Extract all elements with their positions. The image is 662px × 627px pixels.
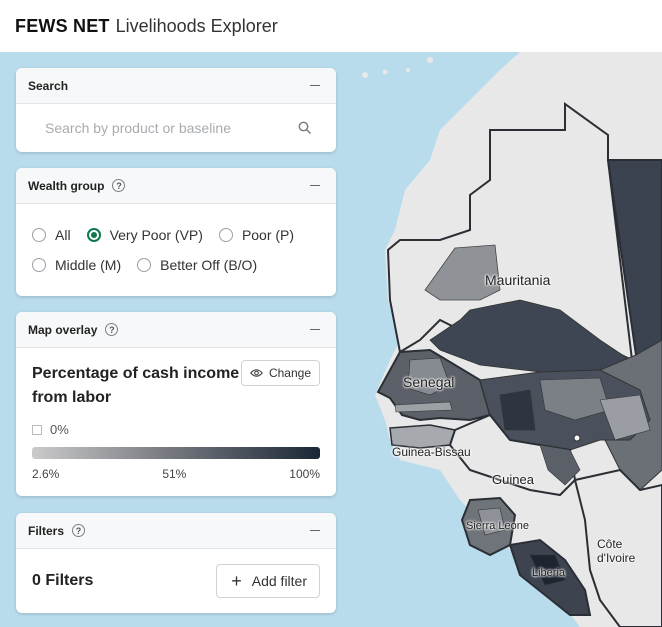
radio-circle[interactable] bbox=[218, 228, 233, 242]
question-circle-icon[interactable]: ? bbox=[105, 323, 119, 336]
search-input[interactable] bbox=[43, 119, 277, 137]
legend-max: 100% bbox=[289, 467, 320, 481]
map-label-cote-divoire: Côte d'Ivoire bbox=[597, 537, 636, 565]
map-overlay-panel: Map overlay ? Percentage of cash income … bbox=[16, 312, 336, 496]
legend-labels: 2.6% 51% 100% bbox=[32, 467, 320, 481]
radio-label: Middle (M) bbox=[55, 257, 122, 273]
map-overlay-title-wrap: Map overlay ? bbox=[28, 322, 119, 337]
filters-panel: Filters ? 0 Filters + Add filter bbox=[16, 513, 336, 613]
filters-title: Filters bbox=[28, 523, 65, 538]
search-row bbox=[16, 104, 336, 152]
map-label-guinea: Guinea bbox=[492, 472, 534, 487]
add-filter-label: Add filter bbox=[251, 573, 307, 589]
minus-icon[interactable] bbox=[310, 84, 320, 87]
eye-icon bbox=[250, 369, 263, 377]
map-label-senegal: Senegal bbox=[403, 374, 455, 390]
zero-value-row: 0% bbox=[32, 422, 320, 437]
question-circle-icon[interactable]: ? bbox=[72, 524, 86, 537]
search-panel-title: Search bbox=[28, 78, 69, 93]
wealth-group-header[interactable]: Wealth group ? bbox=[16, 168, 336, 204]
radio-label: Very Poor (VP) bbox=[109, 227, 203, 243]
plus-icon: + bbox=[231, 571, 242, 591]
search-panel-header[interactable]: Search bbox=[16, 68, 336, 104]
radio-circle[interactable] bbox=[137, 258, 152, 272]
radio-very-poor[interactable]: Very Poor (VP) bbox=[86, 227, 203, 243]
radio-label: All bbox=[55, 227, 71, 243]
minus-icon[interactable] bbox=[310, 184, 320, 187]
zero-value-label: 0% bbox=[50, 422, 69, 437]
map-overlay-body: Percentage of cash income from labor Cha… bbox=[16, 348, 336, 481]
wealth-group-options: All Very Poor (VP) Poor (P) Middle (M) B… bbox=[16, 204, 336, 280]
brand-subtitle: Livelihoods Explorer bbox=[115, 15, 278, 36]
map-label-guinea-bissau: Guinea-Bissau bbox=[392, 445, 471, 459]
filters-body: 0 Filters + Add filter bbox=[16, 549, 336, 613]
magnifier-icon[interactable] bbox=[298, 121, 312, 135]
filters-count: 0 Filters bbox=[32, 572, 94, 589]
radio-better-off[interactable]: Better Off (B/O) bbox=[137, 257, 257, 273]
radio-circle-checked[interactable] bbox=[86, 228, 101, 242]
wealth-group-title-wrap: Wealth group ? bbox=[28, 178, 126, 193]
map-label-sierra-leone: Sierra Leone bbox=[466, 520, 529, 532]
radio-row: Middle (M) Better Off (B/O) bbox=[32, 250, 320, 280]
change-overlay-button[interactable]: Change bbox=[240, 360, 320, 386]
radio-middle[interactable]: Middle (M) bbox=[32, 257, 121, 273]
zero-value-swatch bbox=[32, 424, 42, 435]
brand-name[interactable]: FEWS NET bbox=[15, 16, 110, 37]
overlay-metric-title: Percentage of cash income from labor bbox=[32, 365, 240, 406]
minus-icon[interactable] bbox=[310, 328, 320, 331]
filters-title-wrap: Filters ? bbox=[28, 523, 86, 538]
radio-poor[interactable]: Poor (P) bbox=[218, 227, 295, 243]
wealth-group-panel: Wealth group ? All Very Poor (VP) Poor (… bbox=[16, 168, 336, 296]
add-filter-button[interactable]: + Add filter bbox=[216, 564, 320, 598]
map-label-liberia: Liberia bbox=[532, 567, 566, 579]
question-circle-icon[interactable]: ? bbox=[112, 179, 126, 192]
map-label-mauritania: Mauritania bbox=[485, 272, 551, 288]
radio-circle[interactable] bbox=[32, 228, 46, 242]
minus-icon[interactable] bbox=[310, 529, 320, 532]
radio-label: Poor (P) bbox=[241, 227, 295, 243]
map-overlay-header[interactable]: Map overlay ? bbox=[16, 312, 336, 348]
change-label: Change bbox=[268, 366, 311, 380]
app-header: FEWS NET Livelihoods Explorer bbox=[0, 0, 662, 52]
radio-label: Better Off (B/O) bbox=[160, 257, 258, 273]
search-panel: Search bbox=[16, 68, 336, 152]
legend-gradient-bar bbox=[32, 447, 320, 459]
filters-header[interactable]: Filters ? bbox=[16, 513, 336, 549]
legend-mid: 51% bbox=[162, 467, 187, 481]
radio-circle[interactable] bbox=[32, 258, 46, 272]
radio-all[interactable]: All bbox=[32, 227, 71, 243]
legend-min: 2.6% bbox=[32, 467, 60, 481]
map-overlay-title: Map overlay bbox=[28, 322, 98, 337]
radio-row: All Very Poor (VP) Poor (P) bbox=[32, 220, 320, 250]
wealth-group-title: Wealth group bbox=[28, 178, 105, 193]
